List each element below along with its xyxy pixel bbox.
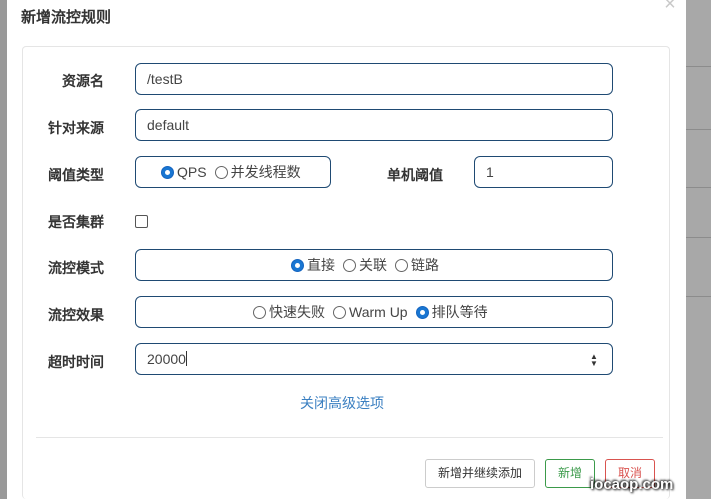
resource-value: /testB xyxy=(147,71,183,87)
threshold-type-group: QPS 并发线程数 xyxy=(135,156,331,188)
radio-concurrent-threads-label: 并发线程数 xyxy=(230,164,301,180)
threshold-type-label: 阈值类型 xyxy=(48,167,104,183)
radio-associated-dot[interactable] xyxy=(343,258,356,272)
radio-queue-wait-dot[interactable] xyxy=(415,305,429,319)
timeout-value: 20000 xyxy=(147,351,186,367)
number-spinner-icon[interactable]: ▲ ▼ xyxy=(590,353,598,368)
backdrop-right xyxy=(686,0,711,499)
add-flow-rule-dialog: 新增流控规则 × 资源名 /testB 针对来源 default 阈值类型 QP… xyxy=(7,0,686,499)
watermark: iocaop.com xyxy=(590,476,674,493)
radio-qps[interactable]: QPS xyxy=(161,157,207,187)
backdrop-divider xyxy=(686,187,711,188)
close-icon[interactable]: × xyxy=(660,0,680,14)
timeout-label: 超时时间 xyxy=(48,354,104,370)
backdrop-left xyxy=(0,0,7,499)
radio-chain-label: 链路 xyxy=(411,257,439,273)
radio-direct-label: 直接 xyxy=(307,257,335,273)
mode-group: 直接 关联 链路 xyxy=(135,249,613,281)
add-button[interactable]: 新增 xyxy=(545,459,595,488)
radio-direct[interactable]: 直接 xyxy=(291,250,335,280)
text-caret xyxy=(185,351,187,366)
radio-chain-dot[interactable] xyxy=(395,258,408,272)
origin-label: 针对来源 xyxy=(48,120,104,136)
origin-value: default xyxy=(147,117,190,133)
close-advanced-options-link[interactable]: 关闭高级选项 xyxy=(300,393,384,413)
dialog-title: 新增流控规则 xyxy=(21,9,112,26)
radio-chain[interactable]: 链路 xyxy=(395,250,439,280)
radio-fast-fail-label: 快速失败 xyxy=(269,304,325,320)
cluster-checkbox[interactable] xyxy=(135,215,148,228)
timeout-input[interactable]: 20000 ▲ ▼ xyxy=(135,343,613,375)
mode-label: 流控模式 xyxy=(48,260,104,276)
add-and-continue-button[interactable]: 新增并继续添加 xyxy=(425,459,535,488)
radio-fast-fail[interactable]: 快速失败 xyxy=(253,297,325,327)
radio-fast-fail-dot[interactable] xyxy=(253,305,266,319)
radio-warm-up[interactable]: Warm Up xyxy=(333,297,408,327)
radio-warm-up-label: Warm Up xyxy=(349,304,408,320)
single-threshold-label: 单机阈值 xyxy=(387,167,443,183)
effect-group: 快速失败 Warm Up 排队等待 xyxy=(135,296,613,328)
radio-qps-label: QPS xyxy=(177,164,207,180)
backdrop-divider xyxy=(686,296,711,297)
resource-label: 资源名 xyxy=(62,73,104,89)
backdrop-divider xyxy=(686,129,711,130)
radio-queue-wait-label: 排队等待 xyxy=(431,304,488,320)
cluster-label: 是否集群 xyxy=(48,214,104,230)
radio-concurrent-threads-dot[interactable] xyxy=(214,165,228,179)
origin-input[interactable]: default xyxy=(135,109,613,141)
radio-queue-wait[interactable]: 排队等待 xyxy=(415,297,488,327)
backdrop-divider xyxy=(686,237,711,238)
radio-warm-up-dot[interactable] xyxy=(333,305,346,319)
resource-input[interactable]: /testB xyxy=(135,63,613,95)
radio-direct-dot[interactable] xyxy=(291,258,304,272)
single-threshold-value: 1 xyxy=(486,164,494,180)
radio-associated-label: 关联 xyxy=(359,257,387,273)
radio-concurrent-threads[interactable]: 并发线程数 xyxy=(214,157,301,187)
footer-divider xyxy=(36,437,663,438)
radio-qps-dot[interactable] xyxy=(161,165,174,179)
radio-associated[interactable]: 关联 xyxy=(343,250,387,280)
single-threshold-input[interactable]: 1 xyxy=(474,156,613,188)
backdrop-divider xyxy=(686,66,711,67)
dialog-header: 新增流控规则 × xyxy=(7,0,686,32)
effect-label: 流控效果 xyxy=(48,307,104,323)
